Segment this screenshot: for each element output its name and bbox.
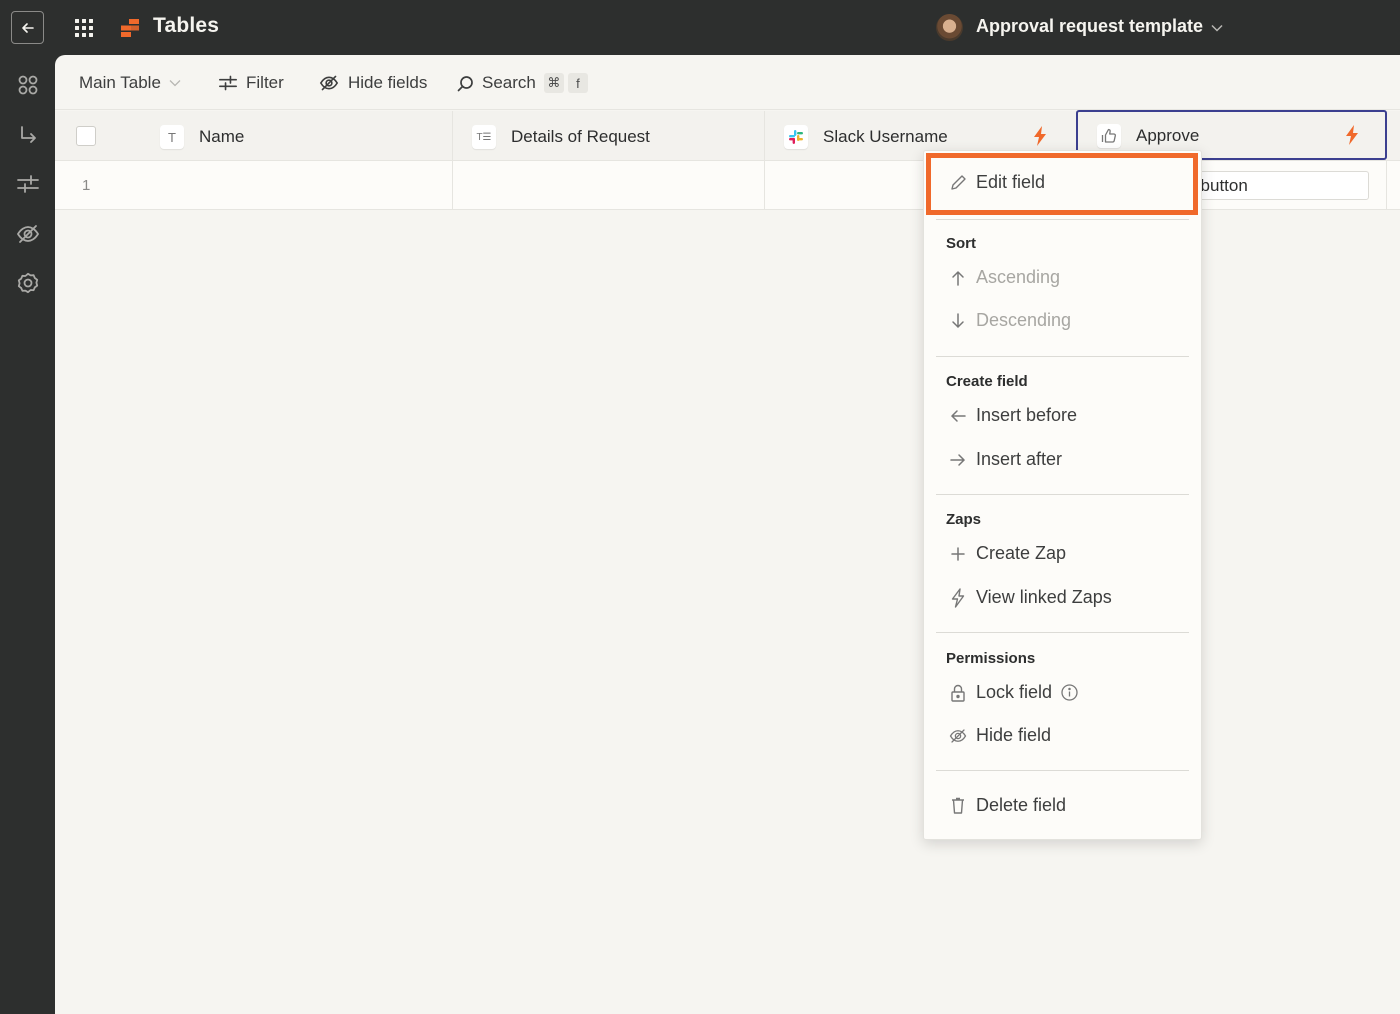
menu-item-create-zap[interactable]: Create Zap xyxy=(949,543,1066,564)
app-title: Tables xyxy=(153,14,220,37)
menu-item-delete-field[interactable]: Delete field xyxy=(949,795,1066,816)
column-label: Slack Username xyxy=(823,127,948,146)
long-text-type-icon: T☰ xyxy=(472,125,496,149)
view-selector[interactable]: Main Table xyxy=(79,72,181,94)
gear-icon xyxy=(17,272,39,294)
menu-heading-zaps: Zaps xyxy=(946,511,982,528)
arrow-left-icon xyxy=(21,22,34,33)
arrow-turn-icon xyxy=(21,126,36,143)
menu-item-insert-before[interactable]: Insert before xyxy=(949,405,1077,426)
menu-label: Ascending xyxy=(976,267,1061,287)
select-all-checkbox[interactable] xyxy=(76,126,96,146)
slack-icon xyxy=(784,125,808,149)
filter-label: Filter xyxy=(246,73,284,92)
user-avatar[interactable] xyxy=(936,14,963,41)
rail-item-fields[interactable] xyxy=(14,71,42,99)
column-label: Approve xyxy=(1136,126,1200,145)
view-toolbar: Main Table Filter Hide fields Search ⌘ f xyxy=(55,55,1400,110)
hide-icon xyxy=(319,75,339,91)
menu-label: Insert before xyxy=(976,405,1078,425)
menu-item-hide-field[interactable]: Hide field xyxy=(949,725,1051,746)
back-button[interactable] xyxy=(11,11,44,44)
search-button[interactable]: Search ⌘ f xyxy=(457,72,588,94)
menu-item-lock-field[interactable]: Lock field xyxy=(949,682,1078,703)
view-name: Main Table xyxy=(79,73,161,92)
text-type-icon: T xyxy=(160,125,184,149)
plus-icon xyxy=(951,546,965,561)
menu-label: View linked Zaps xyxy=(976,587,1112,607)
fields-icon xyxy=(18,75,38,95)
field-context-menu: Edit field Sort Ascending Descending Cre… xyxy=(923,150,1202,840)
menu-divider xyxy=(936,632,1189,633)
shortcut-key-cmd: ⌘ xyxy=(543,73,564,93)
rail-item-zaps[interactable] xyxy=(14,121,42,149)
arrow-left-icon xyxy=(950,409,966,422)
bolt-outline-icon xyxy=(951,587,965,608)
column-label: Details of Request xyxy=(511,127,650,146)
pencil-icon xyxy=(950,175,966,190)
arrow-right-icon xyxy=(950,453,966,466)
zap-bolt-icon[interactable] xyxy=(1345,125,1359,145)
chevron-down-icon xyxy=(1211,24,1223,32)
thumbs-up-icon xyxy=(1097,124,1121,148)
shortcut-key-f: f xyxy=(567,73,588,93)
menu-label: Create Zap xyxy=(976,543,1067,563)
top-bar: Tables Approval request template xyxy=(0,0,1400,55)
column-label: Name xyxy=(199,127,245,146)
trash-icon xyxy=(952,797,964,814)
chevron-down-icon xyxy=(169,80,181,87)
hide-fields-label: Hide fields xyxy=(348,73,428,92)
menu-label: Hide field xyxy=(976,725,1052,745)
arrow-up-icon xyxy=(952,270,964,286)
menu-label: Descending xyxy=(976,310,1072,330)
rail-item-settings[interactable] xyxy=(14,269,42,297)
arrow-down-icon xyxy=(952,312,964,328)
cell-name[interactable]: 1 xyxy=(55,161,453,209)
menu-item-ascending[interactable]: Ascending xyxy=(949,267,1060,288)
menu-item-descending[interactable]: Descending xyxy=(949,310,1071,331)
cell-details[interactable] xyxy=(453,161,765,209)
hide-fields-button[interactable]: Hide fields xyxy=(318,72,427,94)
menu-heading-sort: Sort xyxy=(946,235,976,252)
menu-divider xyxy=(936,770,1189,771)
zap-bolt-icon[interactable] xyxy=(1033,126,1047,146)
rail-item-filter[interactable] xyxy=(14,170,42,198)
search-label: Search xyxy=(482,73,536,92)
project-title-dropdown[interactable]: Approval request template xyxy=(976,16,1223,37)
hide-icon xyxy=(949,728,967,743)
lock-icon xyxy=(951,684,965,702)
row-number: 1 xyxy=(82,177,91,194)
left-rail xyxy=(0,55,55,1014)
rail-item-hidden[interactable] xyxy=(14,220,42,248)
menu-label: Insert after xyxy=(976,449,1063,469)
info-icon[interactable] xyxy=(1061,684,1078,701)
menu-divider xyxy=(936,219,1189,220)
apps-grid-icon[interactable] xyxy=(74,18,94,38)
menu-divider xyxy=(936,356,1189,357)
search-icon xyxy=(457,75,473,91)
filter-button[interactable]: Filter xyxy=(218,72,284,94)
menu-heading-permissions: Permissions xyxy=(946,650,1036,667)
menu-item-edit-field[interactable]: Edit field xyxy=(949,172,1045,193)
filter-icon xyxy=(219,75,237,91)
column-header-details[interactable]: T☰ Details of Request xyxy=(453,111,765,160)
menu-label: Lock field xyxy=(976,682,1053,702)
menu-item-insert-after[interactable]: Insert after xyxy=(949,449,1062,470)
tables-logo-icon xyxy=(121,19,139,37)
menu-heading-create-field: Create field xyxy=(946,373,1028,390)
menu-item-view-linked-zaps[interactable]: View linked Zaps xyxy=(949,587,1112,608)
menu-divider xyxy=(936,494,1189,495)
column-header-name[interactable]: T Name xyxy=(55,111,453,160)
menu-label: Edit field xyxy=(976,172,1046,192)
project-title-label: Approval request template xyxy=(976,16,1204,36)
hide-icon xyxy=(16,225,40,243)
filter-icon xyxy=(17,175,39,193)
menu-label: Delete field xyxy=(976,795,1067,815)
